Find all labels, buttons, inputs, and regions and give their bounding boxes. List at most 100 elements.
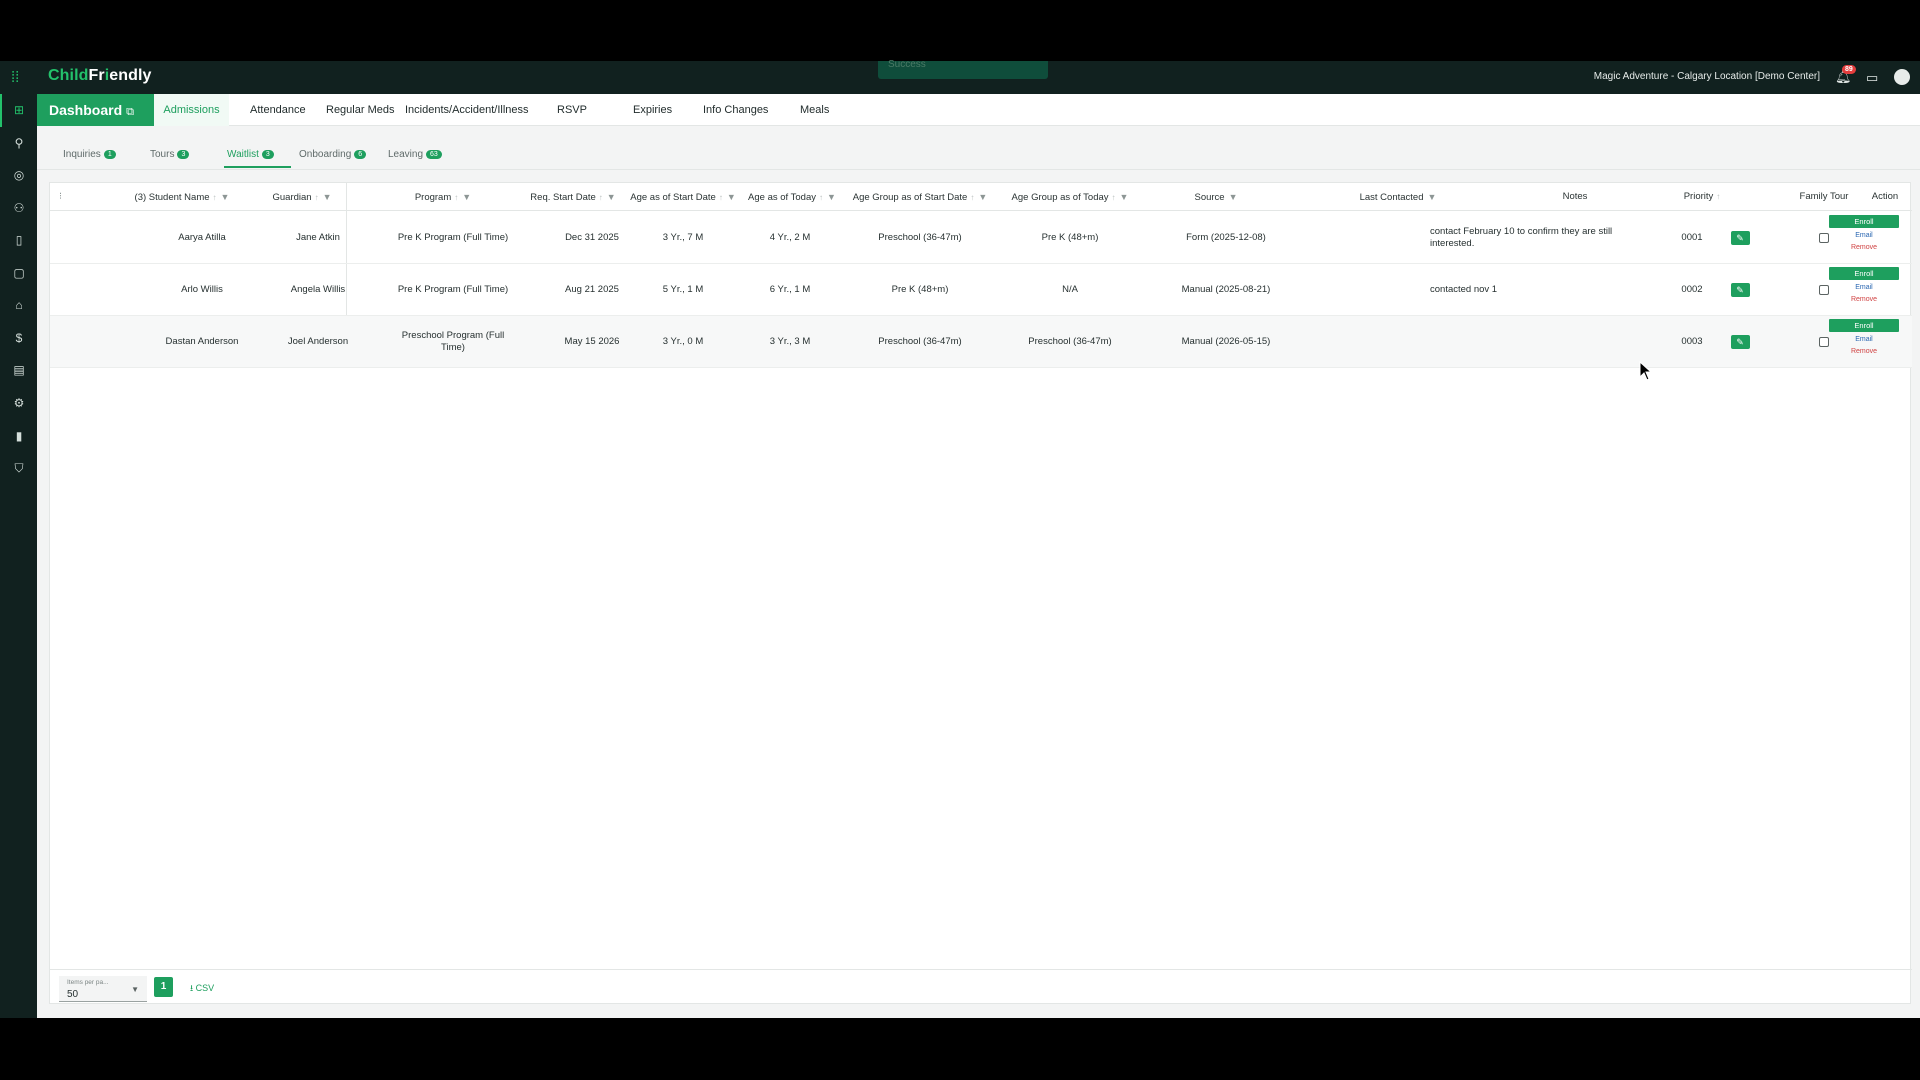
- filter-icon[interactable]: ▼: [462, 192, 471, 202]
- book-icon[interactable]: ▯: [10, 231, 28, 249]
- filter-icon[interactable]: ▼: [1427, 192, 1436, 202]
- guardian-cell[interactable]: Joel Anderson: [250, 316, 386, 368]
- sort-arrow-icon[interactable]: ↑: [454, 193, 458, 202]
- email-link[interactable]: Email: [1855, 336, 1873, 343]
- tab-expiries[interactable]: Expiries: [633, 94, 672, 126]
- brand-part: endly: [109, 67, 152, 84]
- table-footer: Items per pa... 50 ▼ 1 ⭳ CSV: [50, 969, 1912, 1005]
- edit-pencil-icon[interactable]: ✎: [1730, 335, 1750, 349]
- filter-icon[interactable]: ▼: [221, 192, 230, 202]
- notes-cell[interactable]: [1430, 316, 1620, 368]
- sort-arrow-icon[interactable]: ↑: [213, 193, 217, 202]
- csv-export-button[interactable]: ⭳ CSV: [190, 981, 214, 997]
- tab-rsvp[interactable]: RSVP: [557, 94, 587, 126]
- dashboard-grid-icon[interactable]: ⊞: [10, 101, 28, 119]
- settings-gear-icon[interactable]: ⚙: [10, 394, 28, 412]
- family-tour-checkbox[interactable]: [1819, 233, 1829, 243]
- graduation-cap-icon[interactable]: ⌂: [10, 296, 28, 314]
- header-age-group-start[interactable]: Age Group as of Start Date ↑ ▼: [830, 183, 1010, 211]
- subtab-leaving[interactable]: Leaving 63: [388, 149, 442, 160]
- person-add-icon[interactable]: ⚲: [10, 134, 28, 152]
- email-link[interactable]: Email: [1855, 284, 1873, 291]
- filter-icon[interactable]: ▼: [323, 192, 332, 202]
- sort-arrow-icon[interactable]: ↑: [719, 193, 723, 202]
- header-last-contacted[interactable]: Last Contacted ▼: [1338, 183, 1458, 211]
- tablet-icon[interactable]: ▮: [10, 427, 28, 445]
- tab-meals[interactable]: Meals: [800, 94, 829, 126]
- remove-link[interactable]: Remove: [1851, 296, 1877, 303]
- sort-arrow-icon[interactable]: ↑: [1112, 193, 1116, 202]
- email-link[interactable]: Email: [1855, 232, 1873, 239]
- program-cell: Preschool Program (Full Time): [401, 330, 505, 353]
- source-cell: Manual (2025-08-21): [1181, 284, 1271, 295]
- row-actions: Enroll Email Remove: [1829, 215, 1899, 251]
- filter-icon[interactable]: ▼: [1229, 192, 1238, 202]
- header-student-name[interactable]: (3) Student Name ↑ ▼: [102, 183, 262, 211]
- header-guardian[interactable]: Guardian ↑ ▼: [242, 183, 362, 211]
- user-avatar[interactable]: [1894, 69, 1910, 85]
- medical-icon[interactable]: ◎: [10, 166, 28, 184]
- header-label: Guardian: [272, 192, 312, 203]
- header-source[interactable]: Source ▼: [1156, 183, 1276, 211]
- tab-info-changes[interactable]: Info Changes: [703, 94, 768, 126]
- remove-link[interactable]: Remove: [1851, 348, 1877, 355]
- sort-arrow-icon[interactable]: ↑: [819, 193, 823, 202]
- edit-priority: ✎: [1710, 212, 1770, 264]
- sort-arrow-icon[interactable]: ↑: [1716, 192, 1720, 201]
- column-resize-handle[interactable]: ⁝: [59, 183, 62, 211]
- header-age-group-today[interactable]: Age Group as of Today ↑ ▼: [985, 183, 1155, 211]
- header-program[interactable]: Program ↑ ▼: [368, 183, 518, 211]
- age-group-start-cell: Preschool (36-47m): [878, 232, 962, 243]
- tab-admissions[interactable]: Admissions: [154, 94, 229, 126]
- family-tour-checkbox[interactable]: [1819, 337, 1829, 347]
- subtab-label: Inquiries: [63, 149, 101, 160]
- items-per-page-select[interactable]: Items per pa... 50 ▼: [59, 976, 147, 1002]
- dollar-icon[interactable]: $: [10, 329, 28, 347]
- age-start-cell: 3 Yr., 0 M: [662, 336, 704, 347]
- sort-arrow-icon[interactable]: ↑: [315, 193, 319, 202]
- remove-link[interactable]: Remove: [1851, 244, 1877, 251]
- sort-arrow-icon[interactable]: ↑: [970, 193, 974, 202]
- subtab-waitlist[interactable]: Waitlist 3: [227, 149, 274, 160]
- count-badge: 63: [426, 150, 442, 159]
- header-priority[interactable]: Priority ↑: [1662, 183, 1742, 211]
- table-row[interactable]: Arlo Willis Angela Willis Pre K Program …: [50, 264, 1912, 316]
- dashboard-button[interactable]: Dashboard ⧉: [37, 94, 154, 126]
- chat-icon[interactable]: ▢: [10, 264, 28, 282]
- tab-attendance[interactable]: Attendance: [250, 94, 306, 126]
- success-toast: Success: [878, 60, 1048, 79]
- subtab-tours[interactable]: Tours 3: [150, 149, 190, 160]
- people-icon[interactable]: ⚇: [10, 199, 28, 217]
- notes-cell[interactable]: contact February 10 to confirm they are …: [1430, 212, 1620, 264]
- enroll-button[interactable]: Enroll: [1829, 215, 1899, 228]
- messages-icon[interactable]: ▭: [1866, 70, 1878, 86]
- enroll-button[interactable]: Enroll: [1829, 319, 1899, 332]
- table-row[interactable]: Dastan Anderson Joel Anderson Preschool …: [50, 316, 1912, 368]
- tab-incidents[interactable]: Incidents/Accident/Illness: [405, 94, 529, 126]
- shield-check-icon[interactable]: ⛉: [10, 459, 28, 477]
- document-icon[interactable]: ▤: [10, 361, 28, 379]
- age-group-today-cell: Pre K (48+m): [1041, 232, 1099, 243]
- csv-label: CSV: [195, 983, 215, 993]
- enroll-button[interactable]: Enroll: [1829, 267, 1899, 280]
- family-tour-checkbox[interactable]: [1819, 285, 1829, 295]
- table-row[interactable]: Aarya Atilla Jane Atkin Pre K Program (F…: [50, 212, 1912, 264]
- location-selector[interactable]: Magic Adventure - Calgary Location [Demo…: [1594, 71, 1820, 82]
- subtab-label: Leaving: [388, 149, 424, 160]
- tab-regular-meds[interactable]: Regular Meds: [326, 94, 394, 126]
- dashboard-label: Dashboard: [49, 102, 123, 118]
- brand-logo[interactable]: ChildFriendly: [48, 67, 152, 85]
- filter-icon[interactable]: ▼: [1120, 192, 1129, 202]
- page-button-1[interactable]: 1: [154, 977, 173, 997]
- age-group-today-cell: N/A: [1062, 284, 1078, 295]
- age-start-cell: 3 Yr., 7 M: [662, 232, 704, 243]
- subtab-inquiries[interactable]: Inquiries 1: [63, 149, 116, 160]
- sort-arrow-icon[interactable]: ↑: [599, 193, 603, 202]
- header-label: Age Group as of Start Date: [852, 192, 968, 203]
- edit-pencil-icon[interactable]: ✎: [1730, 283, 1750, 297]
- notes-cell[interactable]: contacted nov 1: [1430, 264, 1620, 316]
- apps-grid-icon[interactable]: ⁞⁞: [11, 70, 27, 86]
- edit-pencil-icon[interactable]: ✎: [1730, 231, 1750, 245]
- items-per-page-label: Items per pa...: [67, 979, 109, 986]
- subtab-onboarding[interactable]: Onboarding 6: [299, 149, 367, 160]
